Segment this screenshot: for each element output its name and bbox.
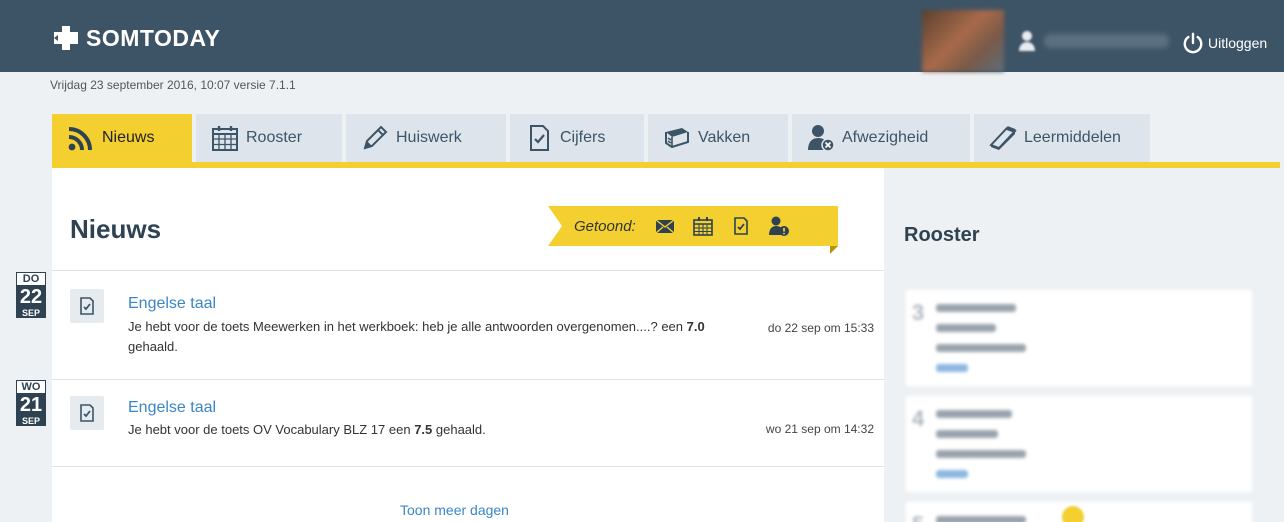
tab-afwezigheid[interactable]: Afwezigheid <box>792 114 970 162</box>
news-title[interactable]: Engelse taal <box>128 399 216 417</box>
tab-label: Vakken <box>698 129 751 146</box>
main-tabs: Nieuws Rooster Huiswerk Cijfers Vakken A… <box>52 114 1154 162</box>
blurred-line <box>936 304 1016 312</box>
rss-icon <box>68 127 92 151</box>
calendar-icon[interactable] <box>692 215 714 237</box>
news-title[interactable]: Engelse taal <box>128 295 216 313</box>
lesson-number-blurred: 4 <box>912 406 925 431</box>
badge-day: WO <box>16 380 46 394</box>
tab-nieuws[interactable]: Nieuws <box>52 114 192 162</box>
rooster-title: Rooster <box>904 224 980 246</box>
badge-day: DO <box>16 272 46 286</box>
news-grade: 7.5 <box>414 422 433 437</box>
news-item[interactable]: Engelse taal Je hebt voor de toets OV Vo… <box>52 380 884 466</box>
pencil-icon <box>363 125 388 150</box>
blurred-line <box>936 430 998 438</box>
tab-vakken[interactable]: Vakken <box>648 114 788 162</box>
grade-check-icon <box>70 396 104 430</box>
tab-label: Cijfers <box>560 129 606 146</box>
blurred-line <box>936 324 996 332</box>
blurred-line <box>936 410 1012 418</box>
ribbon-fold <box>830 246 838 254</box>
absence-user-icon <box>808 125 835 152</box>
rooster-card-blurred[interactable]: 3 <box>906 290 1252 386</box>
divider <box>52 466 884 467</box>
somtoday-logo[interactable]: SOMTODAY <box>52 24 220 52</box>
logo-text: SOMTODAY <box>86 24 221 51</box>
news-text-before: Je hebt voor de toets Meewerken in het w… <box>128 319 687 334</box>
tab-label: Huiswerk <box>396 129 462 146</box>
news-grade: 7.0 <box>686 319 705 334</box>
badge-month: SEP <box>16 308 46 318</box>
logout-button[interactable]: Uitloggen <box>1182 32 1267 54</box>
badge-day-number: 22 <box>16 286 46 308</box>
badge-day-number: 21 <box>16 394 46 416</box>
tab-cijfers[interactable]: Cijfers <box>510 114 644 162</box>
grade-check-icon[interactable] <box>730 215 752 237</box>
tab-leermiddelen[interactable]: Leermiddelen <box>974 114 1150 162</box>
blurred-link <box>936 470 968 478</box>
date-version-line: Vrijdag 23 september 2016, 10:07 versie … <box>50 78 296 92</box>
blurred-line <box>936 516 1026 522</box>
somtoday-logo-icon <box>52 24 80 52</box>
lesson-number-blurred: 3 <box>912 300 925 325</box>
lesson-number-blurred: 5 <box>912 512 924 522</box>
news-item[interactable]: Engelse taal Je hebt voor de toets Meewe… <box>52 271 884 379</box>
news-text-after: gehaald. <box>128 339 178 354</box>
tab-label: Nieuws <box>102 129 155 146</box>
envelope-icon[interactable] <box>654 215 676 237</box>
blurred-line <box>936 344 1026 352</box>
calendar-icon <box>212 126 238 151</box>
user-profile[interactable] <box>922 10 1177 72</box>
user-name-blurred <box>1044 34 1169 48</box>
tab-label: Rooster <box>246 129 303 146</box>
rooster-card-blurred[interactable]: 4 <box>906 396 1252 492</box>
avatar <box>922 10 1004 72</box>
news-text: Je hebt voor de toets Meewerken in het w… <box>128 317 728 357</box>
date-badge: WO 21 SEP <box>16 380 46 426</box>
tab-huiswerk[interactable]: Huiswerk <box>346 114 506 162</box>
tab-label: Leermiddelen <box>1024 129 1121 146</box>
filter-controls: Getoond: <box>574 206 790 246</box>
show-more-days-link[interactable]: Toon meer dagen <box>400 502 509 518</box>
news-time: wo 21 sep om 14:32 <box>765 422 874 436</box>
books-icon <box>665 128 689 149</box>
news-time: do 22 sep om 15:33 <box>767 321 874 335</box>
grade-check-icon <box>70 289 104 323</box>
blurred-line <box>936 450 1026 458</box>
power-icon <box>1183 32 1203 54</box>
blurred-link <box>936 364 968 372</box>
tab-rooster[interactable]: Rooster <box>196 114 342 162</box>
notification-badge-blurred <box>1062 506 1084 522</box>
badge-month: SEP <box>16 416 46 426</box>
news-text-after: gehaald. <box>432 422 486 437</box>
page-title: Nieuws <box>70 214 162 244</box>
logout-label: Uitloggen <box>1208 35 1268 51</box>
book-icon <box>989 126 1017 150</box>
news-text: Je hebt voor de toets OV Vocabulary BLZ … <box>128 420 728 440</box>
tab-label: Afwezigheid <box>842 129 929 146</box>
date-badge: DO 22 SEP <box>16 272 46 318</box>
filter-label: Getoond: <box>574 217 636 235</box>
news-text-before: Je hebt voor de toets OV Vocabulary BLZ … <box>128 422 415 437</box>
user-icon <box>1018 30 1036 52</box>
rooster-sidebar: Rooster 3 4 5 <box>884 168 1280 522</box>
top-bar: SOMTODAY Uitloggen <box>0 0 1284 72</box>
grade-check-icon <box>530 125 549 151</box>
absence-warning-user-icon[interactable] <box>768 215 790 237</box>
